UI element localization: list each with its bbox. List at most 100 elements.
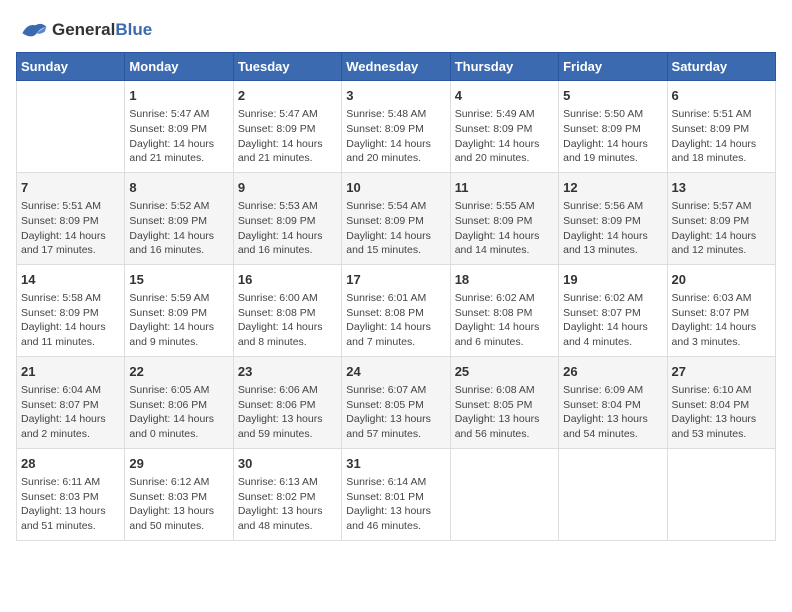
day-info: Sunrise: 5:47 AM Sunset: 8:09 PM Dayligh… (238, 107, 337, 166)
day-of-week-header: Saturday (667, 53, 775, 81)
day-number: 28 (21, 455, 120, 473)
day-number: 25 (455, 363, 554, 381)
day-info: Sunrise: 5:57 AM Sunset: 8:09 PM Dayligh… (672, 199, 771, 258)
day-number: 24 (346, 363, 445, 381)
calendar-cell: 3 Sunrise: 5:48 AM Sunset: 8:09 PM Daylig… (342, 81, 450, 173)
day-info: Sunrise: 5:50 AM Sunset: 8:09 PM Dayligh… (563, 107, 662, 166)
day-number: 5 (563, 87, 662, 105)
calendar-cell: 30 Sunrise: 6:13 AM Sunset: 8:02 PM Dayli… (233, 448, 341, 540)
page-header: GeneralBlue (16, 16, 776, 44)
day-number: 22 (129, 363, 228, 381)
calendar-cell: 22 Sunrise: 6:05 AM Sunset: 8:06 PM Dayli… (125, 356, 233, 448)
day-info: Sunrise: 6:05 AM Sunset: 8:06 PM Dayligh… (129, 383, 228, 442)
day-number: 20 (672, 271, 771, 289)
day-number: 15 (129, 271, 228, 289)
calendar-cell: 29Sunrise: 6:12 AM Sunset: 8:03 PM Dayli… (125, 448, 233, 540)
calendar-cell: 16Sunrise: 6:00 AM Sunset: 8:08 PM Dayli… (233, 264, 341, 356)
calendar-cell: 8 Sunrise: 5:52 AM Sunset: 8:09 PM Daylig… (125, 172, 233, 264)
day-number: 31 (346, 455, 445, 473)
day-number: 9 (238, 179, 337, 197)
day-info: Sunrise: 6:13 AM Sunset: 8:02 PM Dayligh… (238, 475, 337, 534)
day-info: Sunrise: 6:02 AM Sunset: 8:08 PM Dayligh… (455, 291, 554, 350)
day-number: 23 (238, 363, 337, 381)
day-of-week-header: Tuesday (233, 53, 341, 81)
calendar-week-row: 7Sunrise: 5:51 AM Sunset: 8:09 PM Daylig… (17, 172, 776, 264)
day-info: Sunrise: 6:14 AM Sunset: 8:01 PM Dayligh… (346, 475, 445, 534)
day-of-week-header: Friday (559, 53, 667, 81)
day-of-week-header: Monday (125, 53, 233, 81)
calendar-cell (17, 81, 125, 173)
day-number: 6 (672, 87, 771, 105)
day-number: 29 (129, 455, 228, 473)
day-number: 26 (563, 363, 662, 381)
calendar-cell: 12 Sunrise: 5:56 AM Sunset: 8:09 PM Dayli… (559, 172, 667, 264)
day-info: Sunrise: 6:08 AM Sunset: 8:05 PM Dayligh… (455, 383, 554, 442)
calendar-cell: 9 Sunrise: 5:53 AM Sunset: 8:09 PM Daylig… (233, 172, 341, 264)
day-number: 3 (346, 87, 445, 105)
day-number: 12 (563, 179, 662, 197)
day-number: 21 (21, 363, 120, 381)
logo: GeneralBlue (16, 16, 152, 44)
day-info: Sunrise: 6:07 AM Sunset: 8:05 PM Dayligh… (346, 383, 445, 442)
day-info: Sunrise: 5:47 AM Sunset: 8:09 PM Dayligh… (129, 107, 228, 166)
day-info: Sunrise: 6:10 AM Sunset: 8:04 PM Dayligh… (672, 383, 771, 442)
calendar-cell: 7Sunrise: 5:51 AM Sunset: 8:09 PM Daylig… (17, 172, 125, 264)
day-info: Sunrise: 5:53 AM Sunset: 8:09 PM Dayligh… (238, 199, 337, 258)
day-number: 4 (455, 87, 554, 105)
day-of-week-header: Thursday (450, 53, 558, 81)
day-info: Sunrise: 6:02 AM Sunset: 8:07 PM Dayligh… (563, 291, 662, 350)
day-info: Sunrise: 5:55 AM Sunset: 8:09 PM Dayligh… (455, 199, 554, 258)
day-info: Sunrise: 5:58 AM Sunset: 8:09 PM Dayligh… (21, 291, 120, 350)
day-number: 11 (455, 179, 554, 197)
calendar-week-row: 21 Sunrise: 6:04 AM Sunset: 8:07 PM Dayli… (17, 356, 776, 448)
day-info: Sunrise: 5:59 AM Sunset: 8:09 PM Dayligh… (129, 291, 228, 350)
day-number: 14 (21, 271, 120, 289)
calendar-cell: 21 Sunrise: 6:04 AM Sunset: 8:07 PM Dayli… (17, 356, 125, 448)
day-info: Sunrise: 5:51 AM Sunset: 8:09 PM Dayligh… (672, 107, 771, 166)
day-info: Sunrise: 6:04 AM Sunset: 8:07 PM Dayligh… (21, 383, 120, 442)
day-info: Sunrise: 5:54 AM Sunset: 8:09 PM Dayligh… (346, 199, 445, 258)
calendar-week-row: 28 Sunrise: 6:11 AM Sunset: 8:03 PM Dayli… (17, 448, 776, 540)
day-info: Sunrise: 6:00 AM Sunset: 8:08 PM Dayligh… (238, 291, 337, 350)
calendar-cell: 26 Sunrise: 6:09 AM Sunset: 8:04 PM Dayli… (559, 356, 667, 448)
day-info: Sunrise: 5:48 AM Sunset: 8:09 PM Dayligh… (346, 107, 445, 166)
calendar-cell: 27Sunrise: 6:10 AM Sunset: 8:04 PM Dayli… (667, 356, 775, 448)
calendar-cell: 17Sunrise: 6:01 AM Sunset: 8:08 PM Dayli… (342, 264, 450, 356)
day-info: Sunrise: 6:06 AM Sunset: 8:06 PM Dayligh… (238, 383, 337, 442)
day-number: 10 (346, 179, 445, 197)
logo-bird-icon (16, 16, 48, 44)
calendar-cell: 24 Sunrise: 6:07 AM Sunset: 8:05 PM Dayli… (342, 356, 450, 448)
day-number: 8 (129, 179, 228, 197)
day-info: Sunrise: 5:56 AM Sunset: 8:09 PM Dayligh… (563, 199, 662, 258)
calendar-cell (450, 448, 558, 540)
day-info: Sunrise: 5:49 AM Sunset: 8:09 PM Dayligh… (455, 107, 554, 166)
calendar-cell: 13 Sunrise: 5:57 AM Sunset: 8:09 PM Dayli… (667, 172, 775, 264)
day-info: Sunrise: 6:11 AM Sunset: 8:03 PM Dayligh… (21, 475, 120, 534)
calendar-cell: 5 Sunrise: 5:50 AM Sunset: 8:09 PM Daylig… (559, 81, 667, 173)
calendar-cell: 28 Sunrise: 6:11 AM Sunset: 8:03 PM Dayli… (17, 448, 125, 540)
day-info: Sunrise: 6:09 AM Sunset: 8:04 PM Dayligh… (563, 383, 662, 442)
day-number: 30 (238, 455, 337, 473)
day-number: 2 (238, 87, 337, 105)
day-info: Sunrise: 6:03 AM Sunset: 8:07 PM Dayligh… (672, 291, 771, 350)
calendar-cell (667, 448, 775, 540)
day-info: Sunrise: 6:01 AM Sunset: 8:08 PM Dayligh… (346, 291, 445, 350)
calendar-cell: 11 Sunrise: 5:55 AM Sunset: 8:09 PM Dayli… (450, 172, 558, 264)
day-number: 7 (21, 179, 120, 197)
calendar-cell: 10 Sunrise: 5:54 AM Sunset: 8:09 PM Dayli… (342, 172, 450, 264)
calendar-cell: 6 Sunrise: 5:51 AM Sunset: 8:09 PM Daylig… (667, 81, 775, 173)
day-number: 18 (455, 271, 554, 289)
calendar-cell: 4 Sunrise: 5:49 AM Sunset: 8:09 PM Daylig… (450, 81, 558, 173)
calendar-cell: 2 Sunrise: 5:47 AM Sunset: 8:09 PM Daylig… (233, 81, 341, 173)
calendar-cell (559, 448, 667, 540)
calendar-cell: 23 Sunrise: 6:06 AM Sunset: 8:06 PM Dayli… (233, 356, 341, 448)
day-of-week-header: Wednesday (342, 53, 450, 81)
day-number: 1 (129, 87, 228, 105)
day-number: 13 (672, 179, 771, 197)
logo-text: GeneralBlue (52, 21, 152, 40)
day-info: Sunrise: 5:52 AM Sunset: 8:09 PM Dayligh… (129, 199, 228, 258)
calendar-cell: 31 Sunrise: 6:14 AM Sunset: 8:01 PM Dayli… (342, 448, 450, 540)
calendar-cell: 20 Sunrise: 6:03 AM Sunset: 8:07 PM Dayli… (667, 264, 775, 356)
calendar-week-row: 1 Sunrise: 5:47 AM Sunset: 8:09 PM Daylig… (17, 81, 776, 173)
calendar-cell: 19Sunrise: 6:02 AM Sunset: 8:07 PM Dayli… (559, 264, 667, 356)
